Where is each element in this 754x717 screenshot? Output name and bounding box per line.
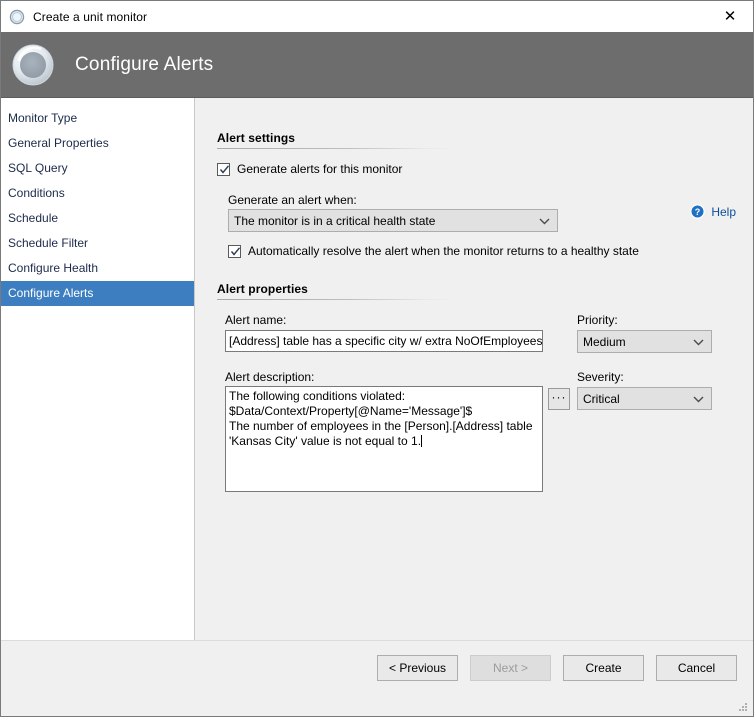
wizard-steps-sidebar: Monitor Type General Properties SQL Quer… [1,98,195,643]
alert-properties-title: Alert properties [217,282,308,296]
browse-description-button[interactable]: ··· [548,388,570,410]
monitor-ring-icon [11,43,55,87]
sidebar-item-general-properties[interactable]: General Properties [1,131,194,156]
svg-text:?: ? [695,207,701,217]
sidebar-item-conditions[interactable]: Conditions [1,181,194,206]
dialog-footer: < Previous Next > Create Cancel [1,640,753,716]
alert-name-input[interactable]: [Address] table has a specific city w/ e… [225,330,543,352]
sidebar-item-sql-query[interactable]: SQL Query [1,156,194,181]
generate-alerts-label: Generate alerts for this monitor [237,162,403,176]
help-label: Help [711,204,736,219]
configure-alerts-panel: ? Help Alert settings Generate alerts fo… [195,98,753,643]
sidebar-item-schedule[interactable]: Schedule [1,206,194,231]
alert-settings-section: Alert settings [217,131,453,149]
create-unit-monitor-dialog: Create a unit monitor ✕ Configure Alerts… [0,0,754,717]
next-button: Next > [470,654,551,681]
cancel-button[interactable]: Cancel [656,654,737,681]
generate-alerts-checkbox-row[interactable]: Generate alerts for this monitor [217,162,402,176]
resize-grip-icon[interactable] [738,702,749,713]
section-divider [217,148,453,149]
priority-combobox[interactable]: Medium [577,330,712,353]
checkmark-icon [230,247,241,256]
generate-when-label: Generate an alert when: [228,193,357,207]
alert-properties-section: Alert properties [217,282,453,300]
section-divider [217,299,453,300]
sidebar-item-configure-alerts[interactable]: Configure Alerts [1,281,194,306]
window-title: Create a unit monitor [33,9,148,24]
sidebar-item-schedule-filter[interactable]: Schedule Filter [1,231,194,256]
auto-resolve-checkbox[interactable] [228,245,241,258]
monitor-circle-icon [9,9,25,25]
page-title: Configure Alerts [75,53,214,75]
alert-name-label: Alert name: [225,313,287,327]
priority-value: Medium [583,334,626,349]
chevron-down-icon [693,331,704,352]
alert-description-textarea[interactable]: The following conditions violated: $Data… [225,386,543,492]
dialog-body: Monitor Type General Properties SQL Quer… [1,98,753,643]
severity-label: Severity: [577,370,624,384]
alert-settings-title: Alert settings [217,131,296,145]
help-link[interactable]: ? Help [690,204,736,219]
generate-alerts-checkbox[interactable] [217,163,230,176]
previous-button[interactable]: < Previous [377,654,458,681]
sidebar-item-configure-health[interactable]: Configure Health [1,256,194,281]
alert-description-text: The following conditions violated: $Data… [229,389,533,448]
help-question-icon: ? [690,204,706,219]
generate-when-value: The monitor is in a critical health stat… [234,213,436,228]
close-icon[interactable]: ✕ [707,1,753,31]
alert-description-label: Alert description: [225,370,315,384]
create-button[interactable]: Create [563,654,644,681]
auto-resolve-checkbox-row[interactable]: Automatically resolve the alert when the… [228,244,639,258]
page-header-banner: Configure Alerts [1,32,753,98]
auto-resolve-label: Automatically resolve the alert when the… [248,244,639,258]
checkmark-icon [219,165,230,174]
title-bar: Create a unit monitor ✕ [1,1,753,32]
severity-value: Critical [583,391,620,406]
chevron-down-icon [693,388,704,409]
chevron-down-icon [539,210,550,231]
text-caret [421,435,423,447]
priority-label: Priority: [577,313,618,327]
severity-combobox[interactable]: Critical [577,387,712,410]
generate-when-combobox[interactable]: The monitor is in a critical health stat… [228,209,558,232]
sidebar-item-monitor-type[interactable]: Monitor Type [1,106,194,131]
